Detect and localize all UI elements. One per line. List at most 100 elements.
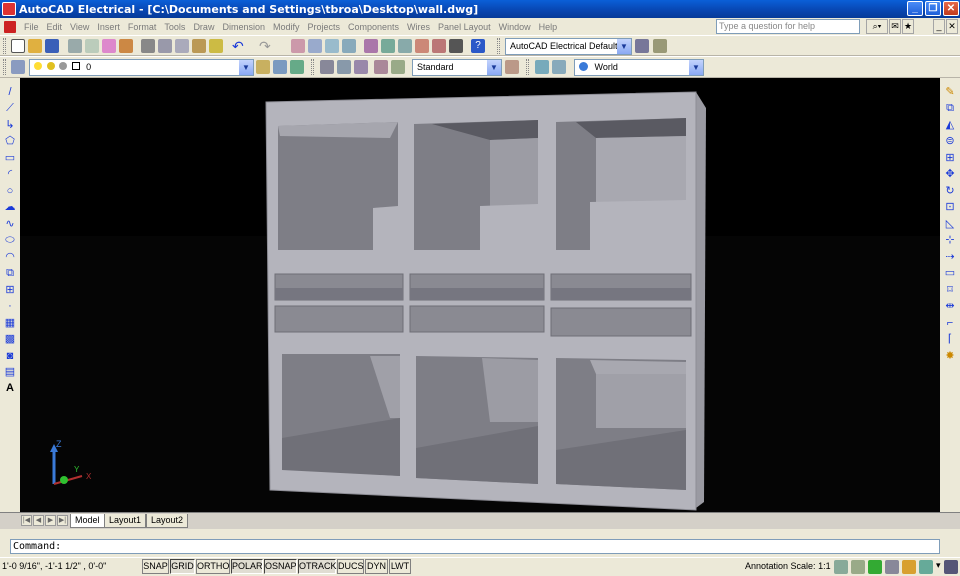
table-icon[interactable]: ▤ [3, 366, 17, 379]
tab-layout2[interactable]: Layout2 [146, 514, 189, 528]
toolbar-grip[interactable] [526, 59, 529, 75]
table-style-icon[interactable] [374, 60, 388, 74]
chevron-down-icon[interactable]: ▼ [689, 60, 703, 75]
command-line-input[interactable]: Command: [10, 539, 940, 554]
next-tab-button[interactable]: ▶ [45, 515, 56, 526]
model-space-canvas[interactable]: Z Y X [20, 78, 940, 512]
communication-icon[interactable]: ✉ [889, 19, 901, 34]
coordinate-readout[interactable]: 1'-0 9/16", -1'-1 1/2" , 0'-0" [2, 559, 140, 574]
copy-object-icon[interactable]: ⧉ [943, 102, 957, 115]
properties-icon[interactable] [364, 39, 378, 53]
toolbar-grip[interactable] [3, 59, 6, 75]
dyn-toggle[interactable]: DYN [365, 559, 388, 574]
menu-components[interactable]: Components [344, 22, 403, 32]
spline-icon[interactable]: ∿ [3, 218, 17, 231]
insert-block-icon[interactable]: ⧉ [3, 267, 17, 280]
redo-icon[interactable]: ↷ [259, 39, 273, 53]
menu-view[interactable]: View [66, 22, 93, 32]
layer-previous-icon[interactable] [273, 60, 287, 74]
line-icon[interactable]: / [3, 86, 17, 99]
save-icon[interactable] [45, 39, 59, 53]
block-editor-icon[interactable] [209, 39, 223, 53]
menu-dimension[interactable]: Dimension [218, 22, 269, 32]
ucs-dropdown[interactable]: World ▼ [574, 59, 704, 76]
explode-icon[interactable]: ✸ [943, 350, 957, 363]
rotate-icon[interactable]: ↻ [943, 185, 957, 198]
annotation-scale[interactable]: Annotation Scale: 1:1 [745, 559, 831, 574]
last-tab-button[interactable]: ▶| [57, 515, 68, 526]
osnap-toggle[interactable]: OSNAP [264, 559, 297, 574]
zoom-previous-icon[interactable] [342, 39, 356, 53]
help-icon[interactable]: ? [471, 39, 485, 53]
lightbulb-icon[interactable] [34, 62, 42, 70]
close-button[interactable]: ✕ [943, 1, 959, 16]
help-search-button[interactable]: ⌕▾ [866, 19, 888, 34]
toolbar-grip[interactable] [497, 38, 500, 54]
toolbar-lock-icon[interactable] [885, 560, 899, 574]
chamfer-icon[interactable]: ⌐ [943, 317, 957, 330]
circle-icon[interactable]: ○ [3, 185, 17, 198]
scale-icon[interactable]: ⊡ [943, 201, 957, 214]
menu-draw[interactable]: Draw [189, 22, 218, 32]
break-icon[interactable]: ⌑ [943, 284, 957, 297]
fillet-icon[interactable]: ⌈ [943, 333, 957, 346]
polar-toggle[interactable]: POLAR [231, 559, 263, 574]
drawing-viewport[interactable]: Z Y X [20, 78, 940, 512]
menu-wires[interactable]: Wires [403, 22, 434, 32]
tab-model[interactable]: Model [70, 514, 105, 528]
markup-icon[interactable] [432, 39, 446, 53]
ellipse-arc-icon[interactable]: ◠ [3, 251, 17, 264]
polyline-icon[interactable]: ↳ [3, 119, 17, 132]
my-workspace-icon[interactable] [653, 39, 667, 53]
ucs-icon[interactable] [535, 60, 549, 74]
help-search-input[interactable]: Type a question for help [716, 19, 860, 34]
text-style-icon[interactable] [337, 60, 351, 74]
menu-projects[interactable]: Projects [304, 22, 345, 32]
layer-state-icon[interactable] [290, 60, 304, 74]
document-icon[interactable] [4, 20, 16, 33]
minimize-button[interactable]: _ [907, 1, 923, 16]
first-tab-button[interactable]: |◀ [21, 515, 32, 526]
revision-cloud-icon[interactable]: ☁ [3, 201, 17, 214]
construction-line-icon[interactable]: ⟋ [3, 102, 17, 115]
match-properties-icon[interactable] [192, 39, 206, 53]
auto-scale-icon[interactable] [851, 560, 865, 574]
arc-icon[interactable]: ◜ [3, 168, 17, 181]
open-icon[interactable] [28, 39, 42, 53]
workspace-dropdown[interactable]: AutoCAD Electrical Default ▼ [505, 38, 632, 55]
zoom-realtime-icon[interactable] [308, 39, 322, 53]
region-icon[interactable]: ◙ [3, 350, 17, 363]
dim-style-icon[interactable] [354, 60, 368, 74]
chevron-down-icon[interactable]: ▼ [487, 60, 501, 75]
ellipse-icon[interactable]: ⬭ [3, 234, 17, 247]
snap-toggle[interactable]: SNAP [142, 559, 169, 574]
design-center-icon[interactable] [381, 39, 395, 53]
clean-screen-icon[interactable] [919, 560, 933, 574]
point-icon[interactable]: · [3, 300, 17, 313]
etransmit-icon[interactable] [119, 39, 133, 53]
trim-icon[interactable]: ⊹ [943, 234, 957, 247]
offset-icon[interactable]: ⊜ [943, 135, 957, 148]
annotation-visibility-icon[interactable] [834, 560, 848, 574]
menu-help[interactable]: Help [535, 22, 562, 32]
ortho-toggle[interactable]: ORTHO [196, 559, 230, 574]
lock-icon[interactable] [902, 560, 916, 574]
menu-panel-layout[interactable]: Panel Layout [434, 22, 495, 32]
stretch-icon[interactable]: ◺ [943, 218, 957, 231]
menu-modify[interactable]: Modify [269, 22, 304, 32]
tool-palettes-icon[interactable] [398, 39, 412, 53]
ducs-toggle[interactable]: DUCS [337, 559, 364, 574]
extend-icon[interactable]: ⇢ [943, 251, 957, 264]
tab-layout1[interactable]: Layout1 [104, 514, 147, 528]
mirror-icon[interactable]: ◭ [943, 119, 957, 132]
paste-icon[interactable] [175, 39, 189, 53]
hatch-icon[interactable]: ▦ [3, 317, 17, 330]
annotation-scale-value[interactable]: 1:1 [818, 561, 831, 571]
menu-tools[interactable]: Tools [160, 22, 189, 32]
erase-icon[interactable]: ✎ [943, 86, 957, 99]
menu-window[interactable]: Window [495, 22, 535, 32]
menu-insert[interactable]: Insert [93, 22, 124, 32]
ucs-world-icon[interactable] [552, 60, 566, 74]
multileader-icon[interactable] [505, 60, 519, 74]
cut-icon[interactable] [141, 39, 155, 53]
